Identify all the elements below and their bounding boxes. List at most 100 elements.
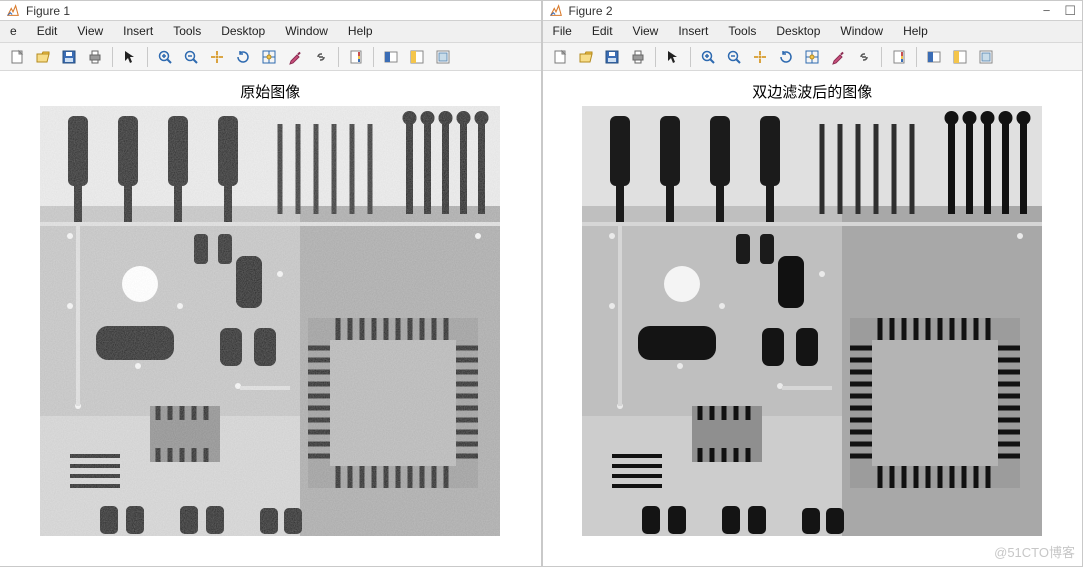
print-figure-button[interactable] <box>626 45 650 69</box>
zoom-in-button[interactable] <box>696 45 720 69</box>
save-figure-icon <box>61 49 77 65</box>
open-file-icon <box>35 49 51 65</box>
rotate-3d-icon <box>235 49 251 65</box>
insert-colorbar-icon <box>348 49 364 65</box>
figure-window-1: Figure 1 e Edit View Insert Tools Deskto… <box>0 0 542 567</box>
link-icon <box>856 49 872 65</box>
insert-legend-button[interactable] <box>379 45 403 69</box>
window-controls: − ☐ <box>1043 3 1076 19</box>
titlebar: Figure 1 <box>0 1 541 21</box>
edit-plot-icon <box>122 49 138 65</box>
insert-colorbar-button[interactable] <box>344 45 368 69</box>
matlab-icon <box>6 4 20 18</box>
edit-plot-button[interactable] <box>661 45 685 69</box>
pcb-image <box>40 106 500 536</box>
menu-help[interactable]: Help <box>338 21 383 42</box>
pan-button[interactable] <box>205 45 229 69</box>
menu-view[interactable]: View <box>623 21 669 42</box>
print-figure-icon <box>87 49 103 65</box>
minimize-button[interactable]: − <box>1043 3 1051 19</box>
hide-plot-tools-icon <box>952 49 968 65</box>
menubar: e Edit View Insert Tools Desktop Window … <box>0 21 541 43</box>
rotate-3d-button[interactable] <box>231 45 255 69</box>
insert-legend-icon <box>383 49 399 65</box>
toolbar-separator <box>881 47 882 67</box>
insert-legend-icon <box>926 49 942 65</box>
rotate-3d-icon <box>778 49 794 65</box>
menu-e[interactable]: e <box>0 21 27 42</box>
new-figure-button[interactable] <box>5 45 29 69</box>
show-plot-tools-button[interactable] <box>974 45 998 69</box>
menu-view[interactable]: View <box>67 21 113 42</box>
maximize-button[interactable]: ☐ <box>1064 3 1076 19</box>
new-figure-icon <box>9 49 25 65</box>
brush-button[interactable] <box>283 45 307 69</box>
brush-icon <box>830 49 846 65</box>
link-button[interactable] <box>309 45 333 69</box>
menu-insert[interactable]: Insert <box>113 21 163 42</box>
menu-insert[interactable]: Insert <box>668 21 718 42</box>
toolbar-separator <box>916 47 917 67</box>
plot-image-original <box>40 106 500 536</box>
print-figure-icon <box>630 49 646 65</box>
insert-colorbar-icon <box>891 49 907 65</box>
zoom-out-button[interactable] <box>722 45 746 69</box>
insert-colorbar-button[interactable] <box>887 45 911 69</box>
menu-edit[interactable]: Edit <box>582 21 623 42</box>
hide-plot-tools-button[interactable] <box>405 45 429 69</box>
pcb-image <box>582 106 1042 536</box>
toolbar-separator <box>690 47 691 67</box>
toolbar-separator <box>112 47 113 67</box>
zoom-out-icon <box>726 49 742 65</box>
show-plot-tools-button[interactable] <box>431 45 455 69</box>
data-cursor-button[interactable] <box>257 45 281 69</box>
plot-title: 原始图像 <box>240 81 300 102</box>
save-figure-button[interactable] <box>600 45 624 69</box>
pan-icon <box>752 49 768 65</box>
menu-file[interactable]: File <box>543 21 582 42</box>
canvas-area: 双边滤波后的图像 <box>543 71 1083 566</box>
brush-button[interactable] <box>826 45 850 69</box>
edit-plot-button[interactable] <box>118 45 142 69</box>
canvas-area: 原始图像 <box>0 71 541 566</box>
data-cursor-button[interactable] <box>800 45 824 69</box>
plot-image-filtered <box>582 106 1042 536</box>
zoom-out-icon <box>183 49 199 65</box>
menu-window[interactable]: Window <box>275 21 338 42</box>
new-figure-button[interactable] <box>548 45 572 69</box>
edit-plot-icon <box>665 49 681 65</box>
new-figure-icon <box>552 49 568 65</box>
zoom-out-button[interactable] <box>179 45 203 69</box>
zoom-in-icon <box>700 49 716 65</box>
open-file-button[interactable] <box>574 45 598 69</box>
menu-desktop[interactable]: Desktop <box>766 21 830 42</box>
window-title: Figure 2 <box>569 4 613 18</box>
menu-desktop[interactable]: Desktop <box>211 21 275 42</box>
menu-window[interactable]: Window <box>830 21 893 42</box>
insert-legend-button[interactable] <box>922 45 946 69</box>
menu-edit[interactable]: Edit <box>27 21 68 42</box>
zoom-in-button[interactable] <box>153 45 177 69</box>
window-title: Figure 1 <box>26 4 70 18</box>
rotate-3d-button[interactable] <box>774 45 798 69</box>
menu-tools[interactable]: Tools <box>163 21 211 42</box>
menubar: File Edit View Insert Tools Desktop Wind… <box>543 21 1083 43</box>
data-cursor-icon <box>804 49 820 65</box>
pan-icon <box>209 49 225 65</box>
print-figure-button[interactable] <box>83 45 107 69</box>
save-figure-icon <box>604 49 620 65</box>
toolbar <box>0 43 541 71</box>
matlab-icon <box>549 4 563 18</box>
menu-tools[interactable]: Tools <box>718 21 766 42</box>
data-cursor-icon <box>261 49 277 65</box>
pan-button[interactable] <box>748 45 772 69</box>
link-icon <box>313 49 329 65</box>
hide-plot-tools-button[interactable] <box>948 45 972 69</box>
toolbar-separator <box>147 47 148 67</box>
figure-window-2: Figure 2 − ☐ File Edit View Insert Tools… <box>542 0 1083 567</box>
menu-help[interactable]: Help <box>893 21 938 42</box>
save-figure-button[interactable] <box>57 45 81 69</box>
link-button[interactable] <box>852 45 876 69</box>
open-file-button[interactable] <box>31 45 55 69</box>
brush-icon <box>287 49 303 65</box>
